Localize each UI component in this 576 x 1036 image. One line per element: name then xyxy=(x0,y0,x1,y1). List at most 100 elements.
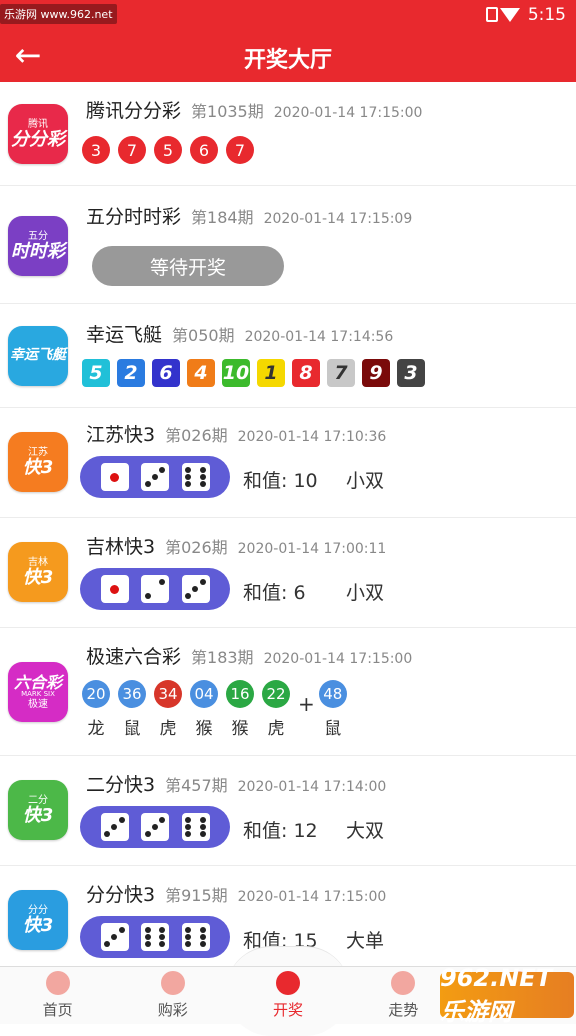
die-face-1 xyxy=(100,463,129,491)
issue-number: 第050期 xyxy=(172,326,235,345)
draw-time: 2020-01-14 17:15:09 xyxy=(263,211,413,227)
issue-number: 第026期 xyxy=(165,538,228,557)
issue-number: 第183期 xyxy=(191,648,254,667)
draw-time: 2020-01-14 17:10:36 xyxy=(237,429,387,445)
buy-icon xyxy=(160,971,185,995)
number-ball: 04 xyxy=(190,680,218,708)
die-face-3 xyxy=(141,463,169,491)
mark-six-number: 16 猴 xyxy=(226,680,254,739)
result-square: 7 xyxy=(327,359,355,387)
zodiac-label: 虎 xyxy=(159,719,177,739)
die-face-3 xyxy=(100,923,129,951)
list-item[interactable]: 吉林 快3 吉林快3 第026期 2020-01-14 17:00:11 和值:… xyxy=(0,518,576,628)
list-item[interactable]: 腾讯 分分彩 腾讯分分彩 第1035期 2020-01-14 17:15:00 … xyxy=(0,82,576,186)
lottery-name: 江苏快3 xyxy=(86,424,156,446)
lottery-header: 吉林快3 第026期 2020-01-14 17:00:11 xyxy=(86,532,386,559)
result-balls: 3 7 5 6 7 xyxy=(82,136,262,164)
result-ball: 5 xyxy=(154,136,182,164)
lottery-name: 极速六合彩 xyxy=(86,646,182,668)
mark-six-number: 20 龙 xyxy=(82,680,110,739)
die-face-6 xyxy=(181,813,210,841)
zodiac-label: 虎 xyxy=(267,719,285,739)
result-square: 8 xyxy=(292,359,320,387)
nav-bar: ← 开奖大厅 xyxy=(0,30,576,82)
die-face-6 xyxy=(181,463,210,491)
number-ball: 34 xyxy=(154,680,182,708)
lottery-logo: 吉林 快3 xyxy=(8,542,68,602)
result-square: 10 xyxy=(222,359,250,387)
draw-icon xyxy=(276,971,300,995)
tab-home[interactable]: 首页 xyxy=(0,967,115,1024)
list-item[interactable]: 二分 快3 二分快3 第457期 2020-01-14 17:14:00 和值:… xyxy=(0,756,576,866)
watermark: 乐游网 www.962.net xyxy=(0,4,117,24)
zodiac-label: 猴 xyxy=(195,719,213,739)
lottery-header: 腾讯分分彩 第1035期 2020-01-14 17:15:00 xyxy=(86,96,422,123)
clock: 5:15 xyxy=(527,5,566,25)
lottery-name: 幸运飞艇 xyxy=(86,324,163,346)
sum-value: 和值: 6 xyxy=(243,582,306,604)
result-square: 9 xyxy=(362,359,390,387)
issue-number: 第1035期 xyxy=(191,102,264,121)
tab-buy[interactable]: 购彩 xyxy=(115,967,230,1024)
waiting-draw-button[interactable]: 等待开奖 xyxy=(92,246,284,286)
number-ball: 16 xyxy=(226,680,254,708)
issue-number: 第457期 xyxy=(165,776,228,795)
lottery-logo: 腾讯 分分彩 xyxy=(8,104,68,164)
dice-result xyxy=(80,456,230,498)
result-square: 3 xyxy=(397,359,425,387)
mark-six-number: 22 虎 xyxy=(262,680,290,739)
trend-icon xyxy=(391,971,416,995)
result-ball: 7 xyxy=(118,136,146,164)
mark-six-number: 48 鼠 xyxy=(318,680,347,739)
result-square: 5 xyxy=(82,359,110,387)
zodiac-label: 猴 xyxy=(231,719,249,739)
list-item[interactable]: 幸运飞艇 幸运飞艇 第050期 2020-01-14 17:14:56 5264… xyxy=(0,304,576,408)
lottery-name: 吉林快3 xyxy=(86,536,156,558)
dice-result xyxy=(80,806,230,848)
lottery-logo: 五分 时时彩 xyxy=(8,216,68,276)
lottery-name: 五分时时彩 xyxy=(86,206,182,228)
lottery-logo: 分分 快3 xyxy=(8,890,68,950)
mark-six-balls: 20 龙 36 鼠 34 虎 04 猴 16 猴 22 虎 +48 鼠 xyxy=(82,680,355,739)
lottery-list[interactable]: 腾讯 分分彩 腾讯分分彩 第1035期 2020-01-14 17:15:00 … xyxy=(0,82,576,966)
lottery-logo: 二分 快3 xyxy=(8,780,68,840)
page-title: 开奖大厅 xyxy=(243,48,332,73)
die-face-6 xyxy=(141,923,169,951)
draw-time: 2020-01-14 17:15:00 xyxy=(263,651,413,667)
number-ball: 48 xyxy=(318,680,347,708)
number-ball: 20 xyxy=(82,680,110,708)
zodiac-label: 鼠 xyxy=(324,719,342,739)
tab-draw[interactable]: 开奖 xyxy=(230,967,345,1024)
result-ball: 3 xyxy=(82,136,110,164)
draw-time: 2020-01-14 17:14:56 xyxy=(244,329,394,345)
number-ball: 22 xyxy=(262,680,290,708)
lottery-logo: 江苏 快3 xyxy=(8,432,68,492)
sum-value: 和值: 12 xyxy=(243,820,318,842)
die-face-3 xyxy=(100,813,129,841)
big-small-label: 大双 xyxy=(346,820,385,842)
lottery-logo: 六合彩 MARK SIX 极速 xyxy=(8,662,68,722)
plus-sign: + xyxy=(298,692,315,716)
list-item[interactable]: 五分 时时彩 五分时时彩 第184期 2020-01-14 17:15:09 等… xyxy=(0,186,576,304)
mark-six-number: 04 猴 xyxy=(190,680,218,739)
lottery-logo: 幸运飞艇 xyxy=(8,326,68,386)
lottery-name: 分分快3 xyxy=(86,884,156,906)
draw-time: 2020-01-14 17:15:00 xyxy=(273,105,423,121)
lottery-header: 江苏快3 第026期 2020-01-14 17:10:36 xyxy=(86,420,386,447)
lottery-name: 腾讯分分彩 xyxy=(86,100,182,122)
lottery-header: 二分快3 第457期 2020-01-14 17:14:00 xyxy=(86,770,386,797)
draw-time: 2020-01-14 17:15:00 xyxy=(237,889,387,905)
battery-icon xyxy=(486,7,498,22)
result-ball: 7 xyxy=(226,136,254,164)
list-item[interactable]: 六合彩 MARK SIX 极速 极速六合彩 第183期 2020-01-14 1… xyxy=(0,628,576,756)
result-square: 4 xyxy=(187,359,215,387)
list-item[interactable]: 江苏 快3 江苏快3 第026期 2020-01-14 17:10:36 和值:… xyxy=(0,408,576,518)
home-icon xyxy=(45,971,70,995)
lottery-header: 分分快3 第915期 2020-01-14 17:15:00 xyxy=(86,880,386,907)
die-face-3 xyxy=(141,813,169,841)
corner-watermark: 962.NET 乐游网 xyxy=(440,964,574,1026)
result-square: 2 xyxy=(117,359,145,387)
zodiac-label: 龙 xyxy=(87,719,105,739)
result-squares: 5 2 6 4 10 1 8 7 9 3 xyxy=(82,359,432,387)
issue-number: 第026期 xyxy=(165,426,228,445)
